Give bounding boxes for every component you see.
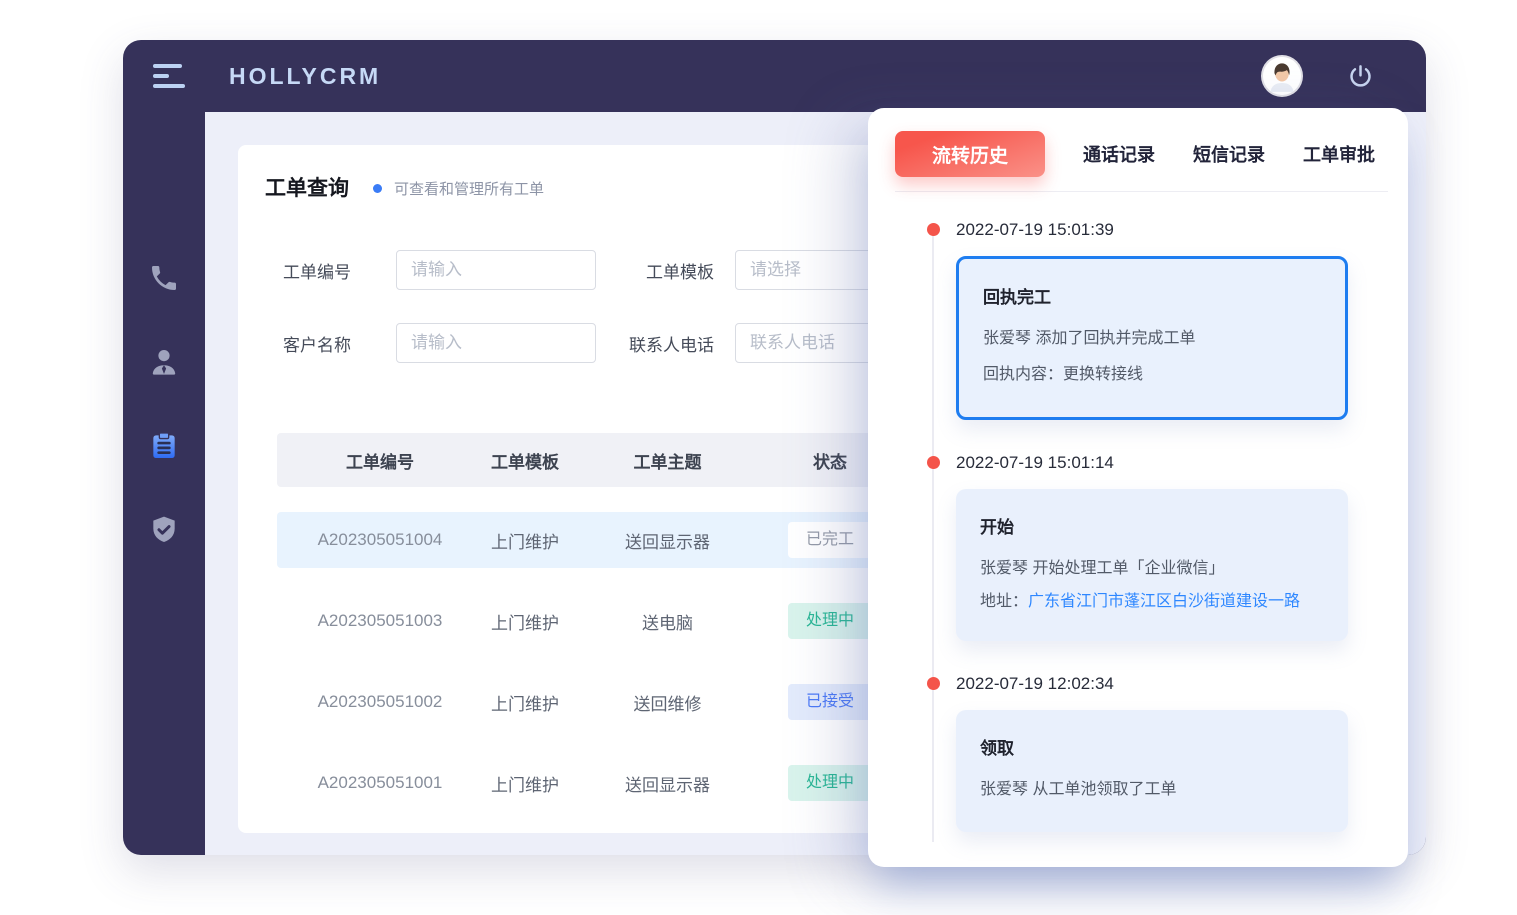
timeline-card-line: 回执内容：更换转接线 bbox=[983, 357, 1321, 393]
table-row[interactable]: A202305051001上门维护送回显示器 处理中 bbox=[277, 755, 917, 811]
timeline-card[interactable]: 开始张爱琴 开始处理工单「企业微信」地址：广东省江门市蓬江区白沙街道建设一路 bbox=[956, 489, 1348, 641]
filter-input[interactable] bbox=[396, 323, 596, 363]
status-badge: 已接受 bbox=[788, 684, 872, 720]
workorder-table: 工单编号工单模板工单主题状态A202305051004上门维护送回显示器已完工A… bbox=[277, 433, 917, 811]
power-icon[interactable] bbox=[1347, 63, 1374, 90]
cell-id: A202305051002 bbox=[295, 692, 465, 712]
tab-approval[interactable]: 工单审批 bbox=[1303, 141, 1375, 167]
app-header: HOLLYCRM bbox=[123, 40, 1426, 112]
cell-template: 上门维护 bbox=[465, 528, 585, 553]
filter-label: 客户名称 bbox=[283, 331, 396, 356]
filter-field: 工单编号 bbox=[283, 250, 596, 290]
column-header: 工单编号 bbox=[295, 448, 465, 473]
timeline-dot-icon bbox=[927, 677, 940, 690]
timeline-card[interactable]: 回执完工张爱琴 添加了回执并完成工单回执内容：更换转接线 bbox=[956, 256, 1348, 420]
timeline-card-title: 回执完工 bbox=[983, 283, 1321, 308]
sidebar-item-security-icon[interactable] bbox=[148, 514, 180, 546]
timeline-dot-icon bbox=[927, 456, 940, 469]
status-badge: 已完工 bbox=[788, 522, 872, 558]
sidebar-nav bbox=[123, 112, 205, 855]
table-header: 工单编号工单模板工单主题状态 bbox=[277, 433, 917, 487]
timeline-timestamp: 2022-07-19 15:01:39 bbox=[956, 217, 1408, 242]
detail-tabs: 流转历史 通话记录 短信记录 工单审批 bbox=[868, 108, 1408, 177]
header-actions bbox=[1263, 57, 1374, 95]
cell-subject: 送回显示器 bbox=[585, 771, 750, 796]
timeline-item: 2022-07-19 15:01:14 开始张爱琴 开始处理工单「企业微信」地址：… bbox=[956, 450, 1408, 641]
history-timeline: 2022-07-19 15:01:39 回执完工张爱琴 添加了回执并完成工单回执内… bbox=[868, 192, 1408, 832]
timeline-card-title: 领取 bbox=[980, 734, 1324, 759]
subtitle-dot-icon bbox=[373, 184, 382, 193]
table-row[interactable]: A202305051004上门维护送回显示器 已完工 bbox=[277, 512, 917, 568]
timeline-card-line: 张爱琴 添加了回执并完成工单 bbox=[983, 321, 1321, 357]
timeline-timestamp: 2022-07-19 12:02:34 bbox=[956, 671, 1408, 696]
sidebar-item-phone-icon[interactable] bbox=[148, 262, 180, 294]
user-avatar[interactable] bbox=[1263, 57, 1301, 95]
address-link[interactable]: 广东省江门市蓬江区白沙街道建设一路 bbox=[1028, 587, 1324, 617]
timeline-card[interactable]: 领取张爱琴 从工单池领取了工单 bbox=[956, 710, 1348, 832]
sidebar-item-workorder-icon[interactable] bbox=[148, 430, 180, 462]
filter-label: 工单编号 bbox=[283, 258, 396, 283]
cell-subject: 送回显示器 bbox=[585, 528, 750, 553]
timeline-address: 地址：广东省江门市蓬江区白沙街道建设一路 bbox=[980, 587, 1324, 617]
app-logo: HOLLYCRM bbox=[229, 63, 381, 90]
cell-template: 上门维护 bbox=[465, 690, 585, 715]
table-row[interactable]: A202305051002上门维护送回维修 已接受 bbox=[277, 674, 917, 730]
sidebar-item-contacts-icon[interactable] bbox=[148, 346, 180, 378]
table-row[interactable]: A202305051003上门维护送电脑 处理中 bbox=[277, 593, 917, 649]
cell-subject: 送电脑 bbox=[585, 609, 750, 634]
timeline-card-line: 张爱琴 开始处理工单「企业微信」 bbox=[980, 551, 1324, 587]
tab-sms[interactable]: 短信记录 bbox=[1193, 141, 1265, 167]
page-title: 工单查询 bbox=[265, 172, 349, 202]
filter-field: 客户名称 bbox=[283, 323, 596, 363]
timeline-dot-icon bbox=[927, 223, 940, 236]
filter-input[interactable] bbox=[396, 250, 596, 290]
timeline-item: 2022-07-19 12:02:34 领取张爱琴 从工单池领取了工单 bbox=[956, 671, 1408, 832]
cell-id: A202305051001 bbox=[295, 773, 465, 793]
timeline-card-line: 张爱琴 从工单池领取了工单 bbox=[980, 772, 1324, 808]
timeline-timestamp: 2022-07-19 15:01:14 bbox=[956, 450, 1408, 475]
cell-subject: 送回维修 bbox=[585, 690, 750, 715]
tab-history[interactable]: 流转历史 bbox=[895, 131, 1045, 177]
filter-label: 工单模板 bbox=[622, 258, 735, 283]
menu-icon[interactable] bbox=[153, 64, 185, 88]
status-badge: 处理中 bbox=[788, 765, 872, 801]
cell-template: 上门维护 bbox=[465, 609, 585, 634]
cell-id: A202305051004 bbox=[295, 530, 465, 550]
filter-label: 联系人电话 bbox=[622, 331, 735, 356]
tab-calls[interactable]: 通话记录 bbox=[1083, 141, 1155, 167]
timeline-item: 2022-07-19 15:01:39 回执完工张爱琴 添加了回执并完成工单回执内… bbox=[956, 217, 1408, 420]
detail-panel: 流转历史 通话记录 短信记录 工单审批 2022-07-19 15:01:39 回执完工… bbox=[868, 108, 1408, 867]
column-header: 工单主题 bbox=[585, 448, 750, 473]
address-label: 地址： bbox=[980, 587, 1028, 617]
status-badge: 处理中 bbox=[788, 603, 872, 639]
timeline-card-title: 开始 bbox=[980, 513, 1324, 538]
page-subtitle: 可查看和管理所有工单 bbox=[394, 176, 544, 199]
cell-id: A202305051003 bbox=[295, 611, 465, 631]
screen: HOLLYCRM bbox=[0, 0, 1517, 915]
cell-template: 上门维护 bbox=[465, 771, 585, 796]
column-header: 工单模板 bbox=[465, 448, 585, 473]
